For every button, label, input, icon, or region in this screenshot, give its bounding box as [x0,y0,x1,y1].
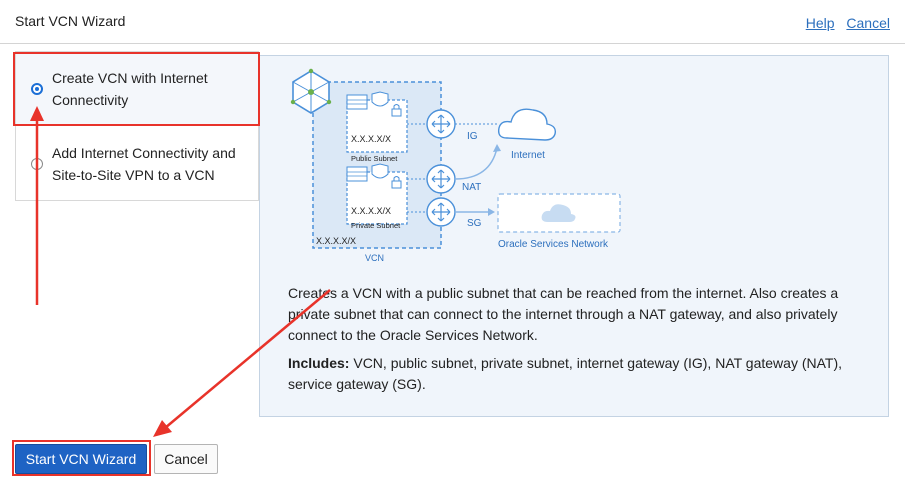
nat-label: NAT [462,182,481,193]
header-links: Help Cancel [798,15,890,31]
option-add-connectivity[interactable]: Add Internet Connectivity and Site-to-Si… [15,125,259,201]
public-security-list-icon [371,91,389,107]
internet-gateway-icon [426,109,456,139]
private-subnet-label: Private Subnet [351,221,401,230]
cancel-button[interactable]: Cancel [154,444,218,474]
internet-cloud-icon [497,108,557,141]
radio-unselected-icon[interactable] [31,158,43,170]
private-subnet-cidr: X.X.X.X/X [351,206,391,216]
vcn-architecture-diagram: X.X.X.X/X Public Subnet X.X.X.X/X Privat… [290,68,621,263]
public-lock-icon [391,108,402,117]
public-subnet-cidr: X.X.X.X/X [351,134,391,144]
vcn-cidr: X.X.X.X/X [316,236,356,246]
header-cancel-link[interactable]: Cancel [846,15,890,31]
oracle-services-label: Oracle Services Network [498,239,609,250]
ig-label: IG [467,131,478,142]
sg-label: SG [467,218,482,229]
start-vcn-wizard-button[interactable]: Start VCN Wizard [15,444,147,474]
public-subnet-label: Public Subnet [351,154,398,163]
help-link[interactable]: Help [806,15,835,31]
internet-label: Internet [511,150,545,161]
dialog-title: Start VCN Wizard [15,13,126,29]
radio-selected-icon[interactable] [31,83,43,95]
option-label: Add Internet Connectivity and Site-to-Si… [52,145,236,183]
public-route-table-icon [346,94,368,110]
dialog-header: Start VCN Wizard Help Cancel [0,0,905,44]
includes-text: Includes: VCN, public subnet, private su… [288,353,858,395]
option-description: Creates a VCN with a public subnet that … [288,285,839,343]
option-detail-panel: X.X.X.X/X Public Subnet X.X.X.X/X Privat… [259,55,889,417]
service-gateway-icon [426,197,456,227]
wizard-options: Create VCN with Internet Connectivity Ad… [15,51,259,201]
private-lock-icon [391,180,402,189]
private-security-list-icon [371,163,389,179]
nat-gateway-icon [426,164,456,194]
vcn-label: VCN [365,253,384,263]
private-route-table-icon [346,166,368,182]
includes-list: VCN, public subnet, private subnet, inte… [288,355,843,392]
option-label: Create VCN with Internet Connectivity [52,70,208,108]
includes-heading: Includes: [288,355,350,371]
option-create-vcn[interactable]: Create VCN with Internet Connectivity [15,51,259,125]
